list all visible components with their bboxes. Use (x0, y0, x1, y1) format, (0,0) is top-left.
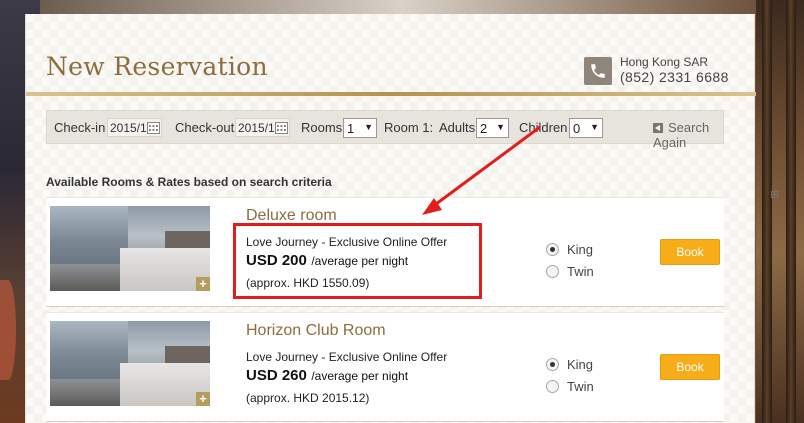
annotation-arrow-icon (422, 125, 541, 215)
